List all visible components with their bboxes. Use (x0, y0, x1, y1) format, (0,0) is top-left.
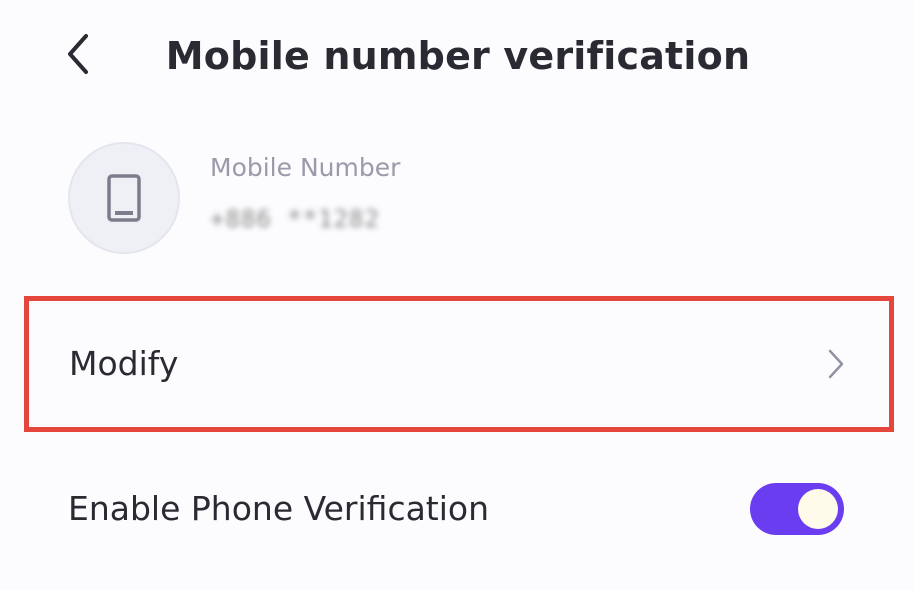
toggle-knob (798, 489, 838, 529)
chevron-right-icon (828, 349, 844, 379)
mobile-number-label: Mobile Number (210, 153, 401, 182)
modify-row[interactable]: Modify (24, 296, 894, 432)
phone-verification-row: Enable Phone Verification (24, 474, 894, 544)
mobile-number-value: +886 **1282 (210, 205, 380, 233)
avatar (68, 142, 180, 254)
mobile-verification-screen: Mobile number verification Mobile Number… (0, 0, 914, 590)
mobile-phone-icon (107, 174, 141, 222)
modify-label: Modify (69, 344, 179, 383)
phone-verification-label: Enable Phone Verification (68, 489, 490, 528)
phone-verification-toggle[interactable] (750, 483, 844, 535)
page-title: Mobile number verification (165, 34, 751, 78)
